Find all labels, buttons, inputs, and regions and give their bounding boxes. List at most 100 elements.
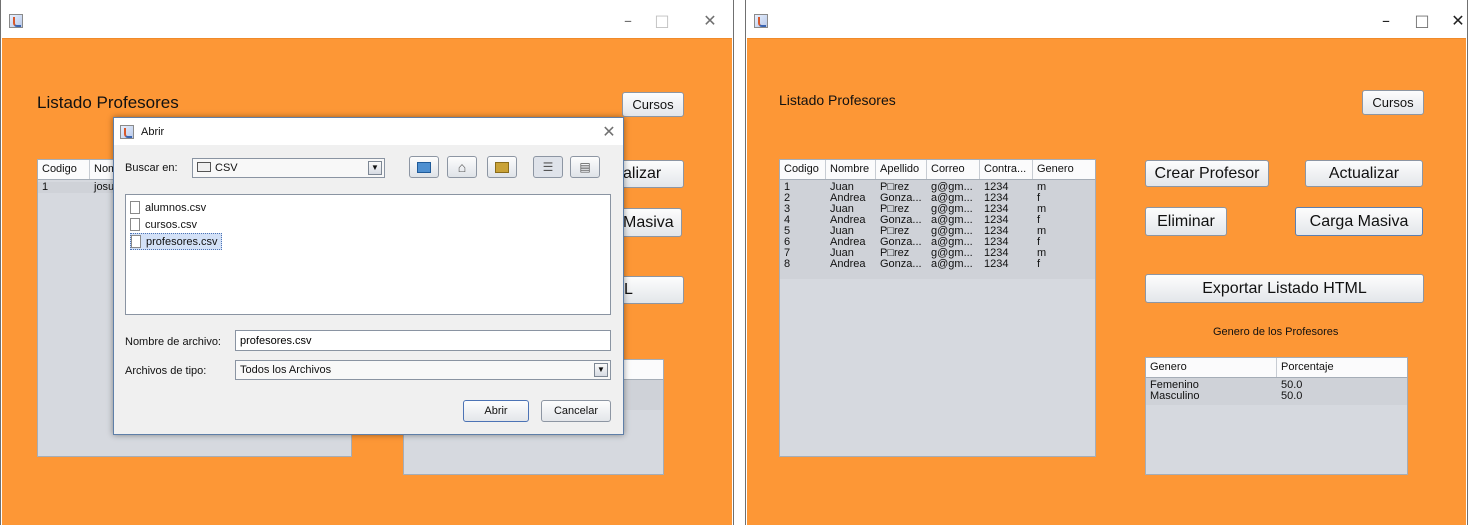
table-row[interactable]: Masculino 50.0 (1146, 391, 1407, 402)
cell: a@gm... (931, 193, 973, 204)
table-row[interactable]: 4 Andrea Gonza... a@gm... 1234 f (780, 215, 1095, 226)
cell: m (1037, 248, 1047, 259)
column-header[interactable]: Nombre (826, 160, 876, 179)
up-folder-icon (417, 161, 431, 173)
cell: 1234 (984, 237, 1009, 248)
column-header[interactable]: Correo (927, 160, 980, 179)
cell: 6 (784, 237, 791, 248)
file-name-input[interactable] (235, 330, 611, 351)
table-body: Femenino 50.0 Masculino 50.0 (1146, 378, 1407, 405)
cell: 1234 (984, 204, 1009, 215)
cell: Gonza... (880, 193, 922, 204)
column-header[interactable]: Apellido (876, 160, 927, 179)
new-folder-button[interactable] (487, 156, 517, 178)
java-app-icon (9, 14, 23, 28)
folder-icon (197, 162, 211, 172)
minimize-icon[interactable]: – (613, 9, 643, 33)
look-in-combo[interactable]: CSV ▼ (192, 158, 385, 178)
table-row[interactable]: 1 Juan P□rez g@gm... 1234 m (780, 182, 1095, 193)
file-type-value: Todos los Archivos (240, 364, 332, 376)
gender-caption: Genero de los Profesores (1213, 326, 1339, 338)
maximize-icon[interactable]: □ (647, 9, 677, 33)
column-header[interactable]: Genero (1146, 358, 1277, 377)
list-view-button[interactable]: ☰ (533, 156, 563, 178)
cell: Masculino (1150, 391, 1200, 402)
carga-masiva-button[interactable]: Masiva (620, 208, 682, 237)
cell: P□rez (880, 248, 910, 259)
cell: 1234 (984, 248, 1009, 259)
abrir-button[interactable]: Abrir (463, 400, 529, 422)
chevron-down-icon[interactable]: ▼ (594, 363, 608, 377)
look-in-label: Buscar en: (125, 162, 178, 174)
file-name: profesores.csv (146, 235, 218, 248)
close-icon[interactable]: ✕ (1443, 9, 1468, 33)
table-body: 1 Juan P□rez g@gm... 1234 m 2 Andrea Gon… (780, 180, 1095, 279)
titlebar[interactable]: – □ ✕ (1, 0, 733, 38)
details-view-button[interactable]: ▤ (570, 156, 600, 178)
carga-masiva-button[interactable]: Carga Masiva (1295, 207, 1423, 236)
new-folder-icon (495, 161, 509, 173)
cell: 4 (784, 215, 791, 226)
look-in-value: CSV (215, 162, 238, 174)
table-row[interactable]: 5 Juan P□rez g@gm... 1234 m (780, 226, 1095, 237)
close-icon[interactable]: ✕ (594, 120, 624, 144)
dialog-titlebar[interactable]: Abrir ✕ (114, 118, 623, 145)
table-row[interactable]: 3 Juan P□rez g@gm... 1234 m (780, 204, 1095, 215)
java-app-icon (754, 14, 768, 28)
table-row[interactable]: 6 Andrea Gonza... a@gm... 1234 f (780, 237, 1095, 248)
minimize-icon[interactable]: – (1371, 9, 1401, 33)
exportar-button[interactable]: L (620, 276, 684, 304)
cell: Gonza... (880, 259, 922, 270)
home-button[interactable]: ⌂ (447, 156, 477, 178)
file-item[interactable]: cursos.csv (130, 216, 200, 233)
main-panel: Listado Profesores Cursos Crear Profesor… (747, 38, 1466, 525)
maximize-icon[interactable]: □ (1407, 9, 1437, 33)
home-icon: ⌂ (457, 159, 467, 175)
up-folder-button[interactable] (409, 156, 439, 178)
file-item-selected[interactable]: profesores.csv (130, 233, 222, 250)
cell: f (1037, 237, 1041, 248)
column-header[interactable]: Contra... (980, 160, 1033, 179)
cell: Andrea (830, 237, 866, 248)
cell: 5 (784, 226, 791, 237)
titlebar[interactable]: – □ ✕ (746, 0, 1467, 38)
actualizar-button[interactable]: Actualizar (1305, 160, 1423, 187)
genero-table[interactable]: Genero Porcentaje Femenino 50.0 Masculin… (1145, 357, 1408, 475)
table-row[interactable]: 2 Andrea Gonza... a@gm... 1234 f (780, 193, 1095, 204)
table-row[interactable]: 8 Andrea Gonza... a@gm... 1234 f (780, 259, 1095, 270)
crear-profesor-button[interactable]: Crear Profesor (1145, 160, 1269, 187)
cell: 1234 (984, 226, 1009, 237)
eliminar-button[interactable]: Eliminar (1145, 207, 1227, 236)
column-header[interactable]: Codigo (780, 160, 826, 179)
column-header[interactable]: Codigo (38, 160, 90, 179)
list-view-icon: ☰ (542, 160, 554, 174)
file-item[interactable]: alumnos.csv (130, 199, 209, 216)
close-icon[interactable]: ✕ (695, 9, 725, 33)
profesores-table[interactable]: Codigo Nombre Apellido Correo Contra... … (779, 159, 1096, 457)
cell: g@gm... (931, 226, 973, 237)
cell: 1234 (984, 259, 1009, 270)
cell: 2 (784, 193, 791, 204)
cell: 50.0 (1281, 391, 1303, 402)
document-icon (131, 235, 141, 248)
cancelar-button[interactable]: Cancelar (541, 400, 611, 422)
file-type-label: Archivos de tipo: (125, 365, 207, 377)
exportar-html-button[interactable]: Exportar Listado HTML (1145, 274, 1424, 303)
cursos-button[interactable]: Cursos (622, 92, 684, 117)
file-type-combo[interactable]: Todos los Archivos ▼ (235, 360, 611, 380)
cell: Andrea (830, 259, 866, 270)
cell: f (1037, 215, 1041, 226)
column-header[interactable]: Genero (1033, 160, 1085, 179)
cell: Gonza... (880, 215, 922, 226)
cell: a@gm... (931, 259, 973, 270)
actualizar-button[interactable]: alizar (620, 160, 684, 188)
cell: 3 (784, 204, 791, 215)
table-row[interactable]: Femenino 50.0 (1146, 380, 1407, 391)
cell-codigo: 1 (42, 182, 49, 193)
column-header[interactable]: Porcentaje (1277, 358, 1407, 377)
file-list[interactable]: alumnos.csv cursos.csv profesores.csv (125, 194, 611, 315)
table-row[interactable]: 7 Juan P□rez g@gm... 1234 m (780, 248, 1095, 259)
cell: m (1037, 204, 1047, 215)
cursos-button[interactable]: Cursos (1362, 90, 1424, 115)
chevron-down-icon[interactable]: ▼ (368, 161, 382, 175)
